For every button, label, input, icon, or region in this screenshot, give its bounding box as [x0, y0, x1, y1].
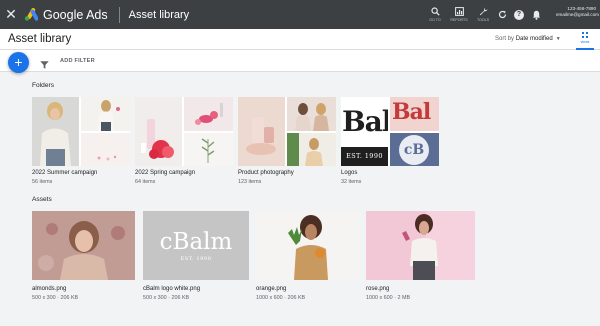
photo-tile	[32, 97, 79, 166]
folder-item-count: 123 items	[238, 179, 262, 185]
help-icon: ?	[514, 9, 524, 20]
folder-thumbnail	[32, 97, 130, 166]
page-header: Asset library Sort by Date modified ▼ vie…	[0, 29, 600, 50]
logo-tile: Bal	[390, 97, 439, 131]
folder-name: 2022 Spring campaign	[135, 170, 196, 176]
asset-thumbnail	[366, 211, 475, 280]
folder-thumbnail: Bal Bal EST. 1990 cB	[341, 97, 439, 166]
folder-thumbnail	[238, 97, 336, 166]
photo-tile	[238, 97, 285, 166]
views-label: views	[580, 40, 590, 44]
help-button[interactable]: ?	[511, 7, 527, 23]
grid-view-toggle[interactable]: views	[574, 32, 596, 49]
logo-tile: cB	[390, 133, 439, 166]
reports-icon	[454, 6, 464, 18]
notifications-icon[interactable]	[528, 7, 544, 23]
folder-item-count: 32 items	[341, 179, 362, 185]
folder-name: 2022 Summer campaign	[32, 170, 98, 176]
cbalm-est: EST. 1990	[180, 256, 212, 262]
logo-wordmark: Bal	[342, 105, 388, 138]
google-ads-logo-icon[interactable]	[24, 8, 38, 21]
asset-card[interactable]: orange.png 1000 x 600 · 206 KB	[256, 211, 359, 305]
folder-card[interactable]: Bal Bal EST. 1990 cB Logos 32 items	[341, 97, 439, 189]
search-icon	[430, 6, 440, 18]
filter-icon[interactable]	[40, 56, 49, 74]
asset-name: orange.png	[256, 286, 287, 292]
go-to-label: GO TO	[429, 17, 441, 22]
sort-dropdown[interactable]: Sort by Date modified ▼	[495, 36, 561, 42]
photo-tile	[287, 133, 336, 166]
photo-tile	[184, 133, 233, 166]
chevron-down-icon: ▼	[555, 36, 561, 42]
asset-name: rose.png	[366, 286, 390, 292]
photo-tile	[81, 97, 130, 131]
asset-thumbnail	[32, 211, 135, 280]
cbalm-wordmark: cBalm	[159, 229, 233, 255]
photo-tile	[135, 97, 182, 166]
reports-button[interactable]: REPORTS	[448, 0, 470, 29]
asset-card[interactable]: rose.png 1000 x 600 · 2 MB	[366, 211, 475, 305]
grid-view-icon	[582, 32, 588, 38]
photo-tile	[81, 133, 130, 166]
photo-tile	[287, 97, 336, 131]
wrench-icon	[479, 7, 488, 18]
asset-name: cBalm logo white.png	[143, 286, 201, 292]
logo-monogram: cB	[399, 135, 429, 165]
folder-item-count: 56 items	[32, 179, 53, 185]
add-filter-button[interactable]: ADD FILTER	[60, 58, 95, 64]
tools-label: TOOLS	[476, 17, 490, 22]
folder-card[interactable]: 2022 Spring campaign 64 items	[135, 97, 233, 189]
brand-name: Google Ads	[43, 7, 108, 22]
logo-est: EST. 1990	[346, 152, 383, 160]
folder-item-count: 64 items	[135, 179, 156, 185]
top-app-bar: ✕ Google Ads Asset library GO TO REPORTS	[0, 0, 600, 29]
asset-thumbnail	[256, 211, 359, 280]
sort-value: Date modified	[515, 36, 553, 42]
top-page-title: Asset library	[128, 8, 190, 21]
asset-meta: 500 x 300 · 206 KB	[143, 295, 190, 301]
asset-name: almonds.png	[32, 286, 67, 292]
asset-meta: 500 x 300 · 206 KB	[32, 295, 79, 301]
page-title: Asset library	[8, 33, 72, 45]
asset-thumbnail: cBalm EST. 1990	[143, 211, 249, 280]
photo-tile	[184, 97, 233, 131]
reports-label: REPORTS	[450, 17, 468, 22]
folder-card[interactable]: 2022 Summer campaign 56 items	[32, 97, 130, 189]
folder-name: Product photography	[238, 170, 294, 176]
asset-card[interactable]: cBalm EST. 1990 cBalm logo white.png 500…	[143, 211, 249, 305]
asset-meta: 1000 x 600 · 206 KB	[256, 295, 306, 301]
refresh-icon[interactable]	[494, 7, 510, 23]
folder-thumbnail	[135, 97, 233, 166]
account-menu[interactable]: 123-456-7890 emailme@gmail.com	[556, 6, 599, 18]
tools-button[interactable]: TOOLS	[472, 0, 494, 29]
add-asset-button[interactable]: +	[8, 52, 29, 73]
title-divider	[118, 6, 120, 23]
account-email: emailme@gmail.com	[556, 12, 599, 17]
logo-tile: EST. 1990	[341, 147, 388, 166]
close-icon[interactable]: ✕	[0, 0, 22, 29]
folders-heading: Folders	[32, 82, 54, 89]
folder-name: Logos	[341, 170, 358, 176]
folder-card[interactable]: Product photography 123 items	[238, 97, 336, 189]
sort-label: Sort by	[495, 36, 515, 42]
logo-wordmark-red: Bal	[392, 99, 431, 125]
asset-meta: 1000 x 600 · 2 MB	[366, 295, 411, 301]
go-to-button[interactable]: GO TO	[424, 0, 446, 29]
assets-heading: Assets	[32, 196, 52, 203]
asset-card[interactable]: almonds.png 500 x 300 · 206 KB	[32, 211, 135, 305]
